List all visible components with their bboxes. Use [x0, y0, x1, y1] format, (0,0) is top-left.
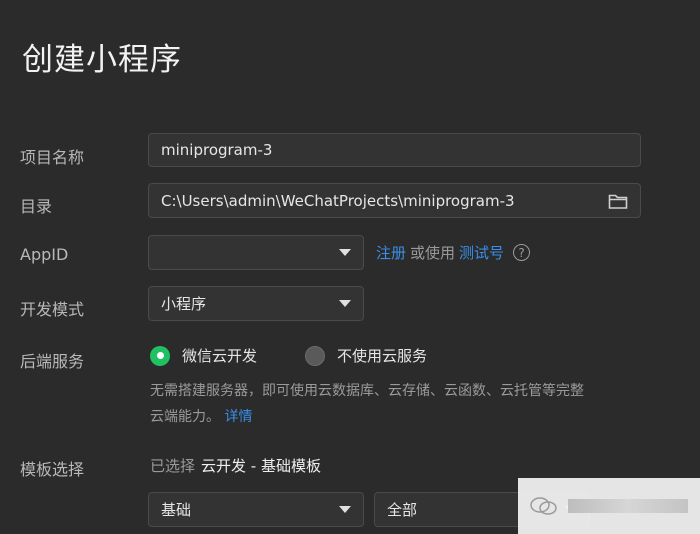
or-use-text: 或使用	[410, 244, 456, 262]
directory-label: 目录	[20, 197, 53, 216]
dev-mode-select[interactable]: 小程序	[148, 286, 364, 321]
template-selected-value: 云开发 - 基础模板	[201, 457, 321, 475]
backend-description: 无需搭建服务器，即可使用云数据库、云存储、云函数、云托管等完整 云端能力。 详情	[150, 378, 584, 430]
template-category-select[interactable]: 基础	[148, 492, 364, 527]
watermark	[518, 478, 700, 534]
backend-description-line2: 云端能力。	[150, 409, 220, 425]
radio-selected-icon[interactable]	[150, 345, 170, 366]
backend-description-line2-row: 云端能力。 详情	[150, 404, 584, 430]
backend-description-line1: 无需搭建服务器，即可使用云数据库、云存储、云函数、云托管等完整	[150, 383, 584, 399]
radio-no-cloud-label: 不使用云服务	[337, 347, 428, 365]
chevron-down-icon	[339, 249, 351, 256]
question-circle-icon[interactable]: ?	[513, 244, 531, 261]
template-label: 模板选择	[20, 460, 85, 479]
appid-links: 注册 或使用 测试号 ?	[376, 242, 531, 263]
radio-unselected-icon[interactable]	[305, 345, 325, 366]
project-name-input[interactable]: miniprogram-3	[148, 133, 641, 167]
register-link[interactable]: 注册	[376, 242, 406, 263]
directory-input[interactable]: C:\Users\admin\WeChatProjects\miniprogra…	[148, 183, 641, 218]
watermark-text-blur	[568, 499, 688, 513]
test-account-link[interactable]: 测试号	[459, 242, 504, 263]
template-selected-prefix: 已选择	[150, 457, 196, 475]
chevron-down-icon	[339, 506, 351, 513]
project-name-value: miniprogram-3	[161, 141, 273, 159]
wechat-logo-icon	[530, 497, 557, 515]
template-selected: 已选择 云开发 - 基础模板	[150, 455, 321, 476]
project-name-label: 项目名称	[20, 148, 85, 167]
page-title: 创建小程序	[22, 42, 182, 78]
dev-mode-value: 小程序	[161, 295, 207, 313]
appid-label: AppID	[20, 245, 69, 264]
folder-icon[interactable]	[608, 192, 628, 210]
backend-label: 后端服务	[20, 352, 85, 371]
radio-cloud-dev-label: 微信云开发	[182, 347, 258, 365]
radio-no-cloud[interactable]: 不使用云服务	[305, 345, 427, 366]
appid-select[interactable]	[148, 235, 364, 270]
template-category-value: 基础	[161, 501, 192, 519]
radio-cloud-dev[interactable]: 微信云开发	[150, 345, 257, 366]
directory-value: C:\Users\admin\WeChatProjects\miniprogra…	[161, 191, 515, 210]
dev-mode-label: 开发模式	[20, 300, 85, 319]
details-link[interactable]: 详情	[224, 409, 252, 425]
chevron-down-icon	[339, 300, 351, 307]
